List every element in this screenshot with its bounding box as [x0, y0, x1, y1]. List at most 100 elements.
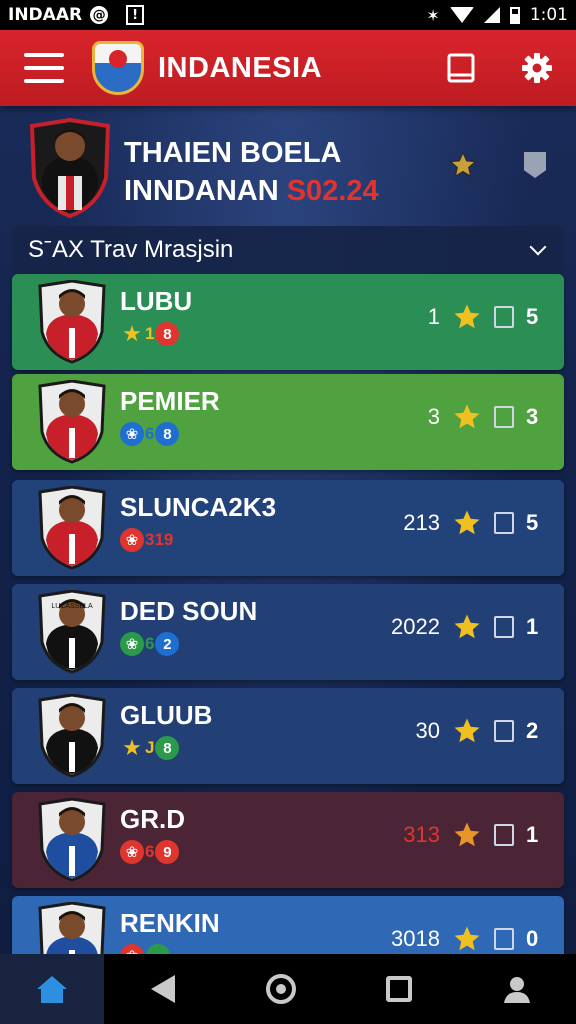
club-card[interactable]: LUCASSELA DED SOUN ❀ 6 2 2022 1: [12, 584, 564, 680]
club-rank: 213: [403, 510, 440, 535]
club-badge-icon: [38, 798, 106, 882]
battery-icon: [509, 6, 520, 24]
star-icon[interactable]: [452, 716, 482, 746]
club-meta: 213 5: [400, 508, 542, 538]
club-stats: ❀ 6 2: [120, 632, 180, 656]
club-card[interactable]: PEMIER ❀ 6 8 3 3: [12, 374, 564, 470]
crest-icon: [92, 41, 144, 95]
stat-value: J: [145, 738, 155, 757]
profile-title: THAIEN BOELA INNDANAN S02.24: [124, 134, 379, 210]
club-stats: ❀ 6 8: [120, 422, 180, 446]
club-name: GR.D: [120, 804, 185, 834]
chevron-down-icon: [529, 238, 547, 256]
club-stats: ❀ 6 9: [120, 840, 180, 864]
filter-dropdown[interactable]: SˉAX Trav Mrasjsin: [12, 226, 564, 274]
club-badge-icon: [38, 694, 106, 778]
club-count: 5: [526, 510, 539, 535]
stat-badge-icon: 8: [155, 422, 180, 446]
club-count: 0: [526, 926, 539, 951]
club-meta: 30 2: [400, 716, 542, 746]
recents-icon: [386, 976, 412, 1002]
club-rank: 3018: [391, 926, 440, 951]
club-count: 5: [526, 304, 539, 329]
filter-label: SˉAX Trav Mrasjsin: [28, 236, 234, 263]
stat-badge-icon: 2: [155, 632, 180, 656]
book-icon[interactable]: [444, 51, 478, 85]
home-icon[interactable]: [0, 954, 104, 1024]
stat-badge-icon: ❀: [120, 528, 144, 552]
club-name: GLUUB: [120, 700, 213, 730]
club-rank: 313: [403, 822, 440, 847]
person-icon: [504, 977, 530, 1003]
club-rank: 1: [427, 304, 440, 329]
club-stats: ❀ 319: [120, 528, 174, 552]
club-badge-icon: [38, 380, 106, 464]
club-meta: 15: [400, 302, 542, 332]
club-count: 2: [526, 718, 539, 743]
signal-icon: [483, 7, 500, 23]
app-bar: INDANESIA: [0, 30, 576, 106]
stat-badge-icon: ❀: [120, 840, 144, 864]
club-card[interactable]: SLUNCA2K3 ❀ 319 213 5: [12, 480, 564, 576]
favorite-star-icon[interactable]: [448, 150, 478, 180]
home-button[interactable]: [222, 974, 340, 1004]
club-card[interactable]: GLUUB ★ J 8 30 2: [12, 688, 564, 784]
stat-value: 1: [145, 324, 155, 343]
match-box-icon[interactable]: [494, 824, 514, 846]
star-icon[interactable]: [452, 302, 482, 332]
profile-title-line1: THAIEN BOELA: [124, 137, 342, 169]
club-name: PEMIER: [120, 386, 220, 416]
stat-badge-icon: 8: [155, 322, 180, 346]
club-rank: 3: [427, 404, 440, 429]
bookmark-icon[interactable]: [524, 152, 546, 178]
club-meta: 3018 0: [391, 924, 542, 954]
match-box-icon[interactable]: [494, 616, 514, 638]
stat-badge-icon: ❀: [120, 632, 144, 656]
star-icon[interactable]: [452, 612, 482, 642]
star-icon[interactable]: [452, 820, 482, 850]
star-icon[interactable]: [452, 402, 482, 432]
match-box-icon[interactable]: [494, 928, 514, 950]
match-box-icon[interactable]: [494, 306, 514, 328]
app-title: INDANESIA: [158, 51, 323, 84]
gear-icon[interactable]: [520, 51, 554, 85]
alert-icon: !: [126, 5, 145, 25]
club-meta: 33: [400, 402, 542, 432]
clock: 1:01: [529, 5, 568, 25]
profile-season: S02.24: [286, 175, 379, 207]
status-bar: INDAAR @ ! ✶ 1:01: [0, 0, 576, 30]
recents-button[interactable]: [340, 976, 458, 1002]
bluetooth-icon: ✶: [426, 5, 440, 25]
club-card[interactable]: GR.D ❀ 6 9 313 1: [12, 792, 564, 888]
club-stats: ★ 1 8: [120, 321, 180, 346]
profile-title-main: INNDANAN: [124, 175, 287, 207]
notification-icon: @: [90, 6, 109, 24]
menu-icon[interactable]: [24, 53, 64, 83]
match-box-icon[interactable]: [494, 406, 514, 428]
match-box-icon[interactable]: [494, 512, 514, 534]
profile-title-line2: INNDANAN S02.24: [124, 172, 379, 210]
home-circle-icon: [266, 974, 296, 1004]
star-icon[interactable]: [452, 508, 482, 538]
club-count: 1: [526, 822, 539, 847]
stat-badge-icon: 9: [155, 840, 180, 864]
club-name: SLUNCA2K3: [120, 492, 277, 522]
profile-header: THAIEN BOELA INNDANAN S02.24: [0, 112, 576, 224]
stat-value: 6: [145, 842, 155, 861]
star-icon[interactable]: [452, 924, 482, 954]
club-name: DED SOUN: [120, 596, 258, 626]
back-icon: [151, 975, 175, 1003]
club-badge-icon: [38, 486, 106, 570]
club-rank: 30: [415, 718, 440, 743]
match-box-icon[interactable]: [494, 720, 514, 742]
club-card[interactable]: LUBU ★ 1 8 1 5: [12, 274, 564, 370]
carrier-label: INDAAR: [8, 5, 83, 25]
stat-value: 6: [145, 424, 155, 443]
profile-button[interactable]: [458, 974, 576, 1004]
wifi-icon: [449, 7, 474, 23]
club-name: LUBU: [120, 286, 193, 316]
club-stats: ★ J 8: [120, 735, 180, 760]
club-badge-icon: [38, 280, 106, 364]
stat-badge-icon: ★: [122, 735, 142, 760]
back-button[interactable]: [104, 975, 222, 1003]
